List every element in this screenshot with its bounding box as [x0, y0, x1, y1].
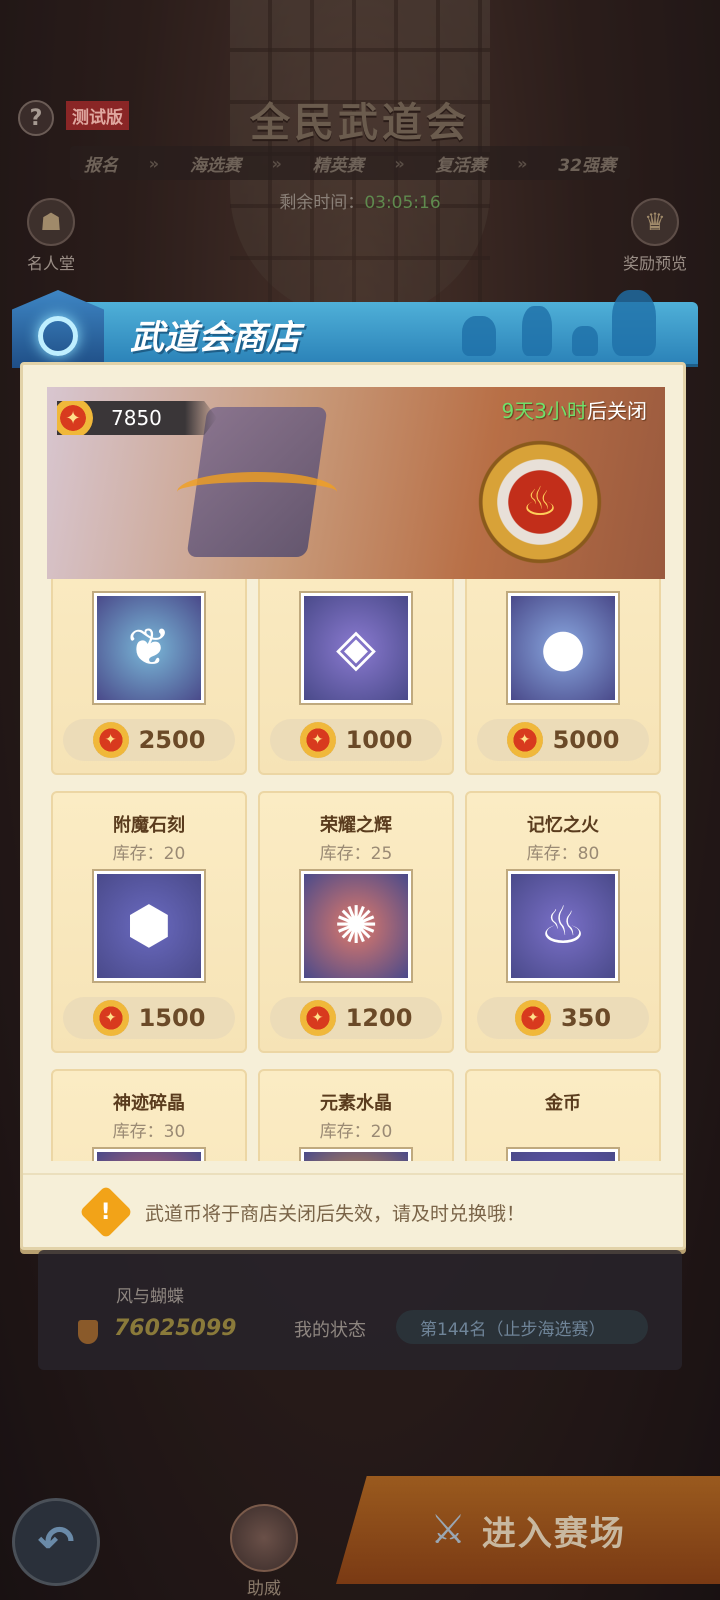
enter-arena-button[interactable]: ⚔ 进入赛场 — [336, 1476, 720, 1584]
shop-item-card[interactable]: 记忆之火库存：80 ♨ ✦ 350 — [465, 791, 661, 1053]
shop-items-grid: ❦ ✦ 2500 ◈ ✦ 1000 ● ✦ 5000 附魔石刻库存：20 ⬢ ✦ 1500 荣耀之辉库存：… — [51, 579, 661, 1161]
shop-title: 武道会商店 — [130, 318, 300, 358]
item-name: 神迹碎晶 — [113, 1093, 185, 1114]
glory-orb-icon: ✺ — [301, 871, 411, 981]
shop-item-card[interactable]: ◈ ✦ 1000 — [258, 579, 454, 775]
stage-signup: 报名 — [84, 155, 118, 176]
people-icon: ☗ — [27, 198, 75, 246]
stage-progress-bar: 报名 » 海选赛 » 精英赛 » 复活赛 » 32强赛 — [70, 146, 630, 180]
gold-coin-icon: ◉ — [508, 1149, 618, 1161]
item-stock: 库存：20 — [319, 1122, 393, 1142]
shop-item-card[interactable]: ● ✦ 5000 — [465, 579, 661, 775]
item-name: 荣耀之辉 — [320, 815, 392, 836]
item-price: 1500 — [138, 1004, 206, 1032]
shop-item-card[interactable]: 元素水晶库存：20 ⬟ — [258, 1069, 454, 1161]
page-title: 全民武道会 — [250, 99, 470, 146]
chevron-right-icon: » — [148, 153, 160, 173]
stage-revival: 复活赛 — [435, 155, 487, 176]
shop-panel: ✦ 7850 9天3小时后关闭 ♨ ❦ ✦ 2500 ◈ ✦ 1000 ● ✦ 5000 附魔石刻… — [20, 362, 686, 1250]
shop-item-card[interactable]: 荣耀之辉库存：25 ✺ ✦ 1200 — [258, 791, 454, 1053]
shop-notice: ! 武道币将于商店关闭后失效，请及时兑换哦！ — [23, 1173, 683, 1249]
hall-of-fame-label: 名人堂 — [26, 254, 75, 273]
item-stock: 库存：25 — [319, 844, 393, 864]
hall-of-fame-button[interactable]: ☗ 名人堂 — [6, 198, 96, 274]
chevron-right-icon: » — [271, 153, 282, 173]
crystal-orb-icon: ◈ — [301, 593, 411, 703]
martial-coin-icon: ✦ — [57, 401, 93, 435]
status-label: 我的状态 — [294, 1320, 366, 1341]
martial-coin-icon: ✦ — [92, 1000, 129, 1036]
back-arrow-icon: ↶ — [37, 1516, 75, 1568]
martial-coin-icon: ✦ — [506, 722, 543, 758]
item-stock: 库存：30 — [112, 1122, 186, 1142]
crown-icon: ♛ — [631, 198, 679, 246]
back-button[interactable]: ↶ — [12, 1498, 100, 1586]
shop-item-card[interactable]: ❦ ✦ 2500 — [51, 579, 247, 775]
martial-coin-icon: ✦ — [299, 722, 336, 758]
reward-preview-label: 奖励预览 — [622, 254, 687, 273]
decorative-figures — [442, 290, 662, 360]
buy-price-button[interactable]: ✦ 5000 — [477, 719, 649, 761]
crossed-swords-icon: ⚔ — [430, 1507, 466, 1553]
item-name: 元素水晶 — [320, 1093, 392, 1114]
close-time-value: 9天3小时 — [501, 399, 587, 423]
enter-arena-label: 进入赛场 — [481, 1513, 626, 1554]
memory-flame-icon: ♨ — [508, 871, 618, 981]
buy-price-button[interactable]: ✦ 2500 — [63, 719, 235, 761]
shop-item-card[interactable]: 金币 ◉ — [465, 1069, 661, 1161]
shop-header: 武道会商店 — [12, 290, 702, 370]
item-name: 金币 — [545, 1093, 581, 1114]
status-value: 第144名（止步海选赛） — [396, 1310, 648, 1344]
countdown-label: 剩余时间： — [279, 193, 365, 213]
cheer-button[interactable]: 助威 — [222, 1504, 306, 1599]
item-price: 5000 — [552, 726, 620, 754]
currency-balance: ✦ 7850 — [57, 401, 217, 435]
mystic-fruit-icon: ● — [508, 593, 618, 703]
buy-price-button[interactable]: ✦ 350 — [477, 997, 649, 1039]
chevron-right-icon: » — [517, 153, 528, 173]
close-time-suffix: 后关闭 — [587, 399, 647, 423]
item-price: 2500 — [138, 726, 206, 754]
item-price: 1000 — [345, 726, 413, 754]
player-score: 76025099 — [114, 1316, 237, 1341]
cheer-icon — [230, 1504, 298, 1572]
item-price: 1200 — [345, 1004, 413, 1032]
item-name: 记忆之火 — [527, 815, 599, 836]
item-name: 附魔石刻 — [113, 815, 185, 836]
item-stock: 库存：80 — [526, 844, 600, 864]
balance-value: 7850 — [111, 406, 162, 430]
shop-item-card[interactable]: 神迹碎晶库存：30 ◆ — [51, 1069, 247, 1161]
notice-text: 武道币将于商店关闭后失效，请及时兑换哦！ — [145, 1202, 526, 1225]
item-price: 350 — [560, 1004, 612, 1032]
buy-price-button[interactable]: ✦ 1500 — [63, 997, 235, 1039]
miracle-shard-icon: ◆ — [94, 1149, 204, 1161]
reward-preview-button[interactable]: ♛ 奖励预览 — [610, 198, 700, 274]
stage-elite: 精英赛 — [312, 155, 364, 176]
shop-items-scroll[interactable]: ❦ ✦ 2500 ◈ ✦ 1000 ● ✦ 5000 附魔石刻库存：20 ⬢ ✦ 1500 荣耀之辉库存：… — [47, 579, 665, 1161]
element-crystal-icon: ⬟ — [301, 1149, 411, 1161]
martial-coin-icon: ✦ — [92, 722, 129, 758]
rune-stone-icon: ⬢ — [94, 871, 204, 981]
buy-price-button[interactable]: ✦ 1000 — [270, 719, 442, 761]
stage-audition: 海选赛 — [189, 155, 241, 176]
shop-item-card[interactable]: 附魔石刻库存：20 ⬢ ✦ 1500 — [51, 791, 247, 1053]
countdown-value: 03:05:16 — [364, 193, 441, 213]
power-icon — [78, 1320, 98, 1344]
banner-flame-art — [177, 472, 337, 512]
buy-price-button[interactable]: ✦ 1200 — [270, 997, 442, 1039]
shop-banner: ✦ 7850 9天3小时后关闭 ♨ — [47, 387, 665, 579]
player-name: 风与蝴蝶 — [116, 1287, 184, 1307]
jade-pendant-icon: ❦ — [94, 593, 204, 703]
shop-close-time: 9天3小时后关闭 — [502, 395, 647, 424]
martial-coin-icon: ✦ — [514, 1000, 551, 1036]
chevron-right-icon: » — [394, 153, 405, 173]
item-stock: 库存：20 — [112, 844, 186, 864]
warning-icon: ! — [79, 1185, 133, 1239]
martial-coin-icon: ✦ — [299, 1000, 336, 1036]
stage-top32: 32强赛 — [558, 155, 616, 176]
martial-medal-icon: ♨ — [475, 437, 605, 567]
cheer-label: 助威 — [247, 1579, 281, 1599]
